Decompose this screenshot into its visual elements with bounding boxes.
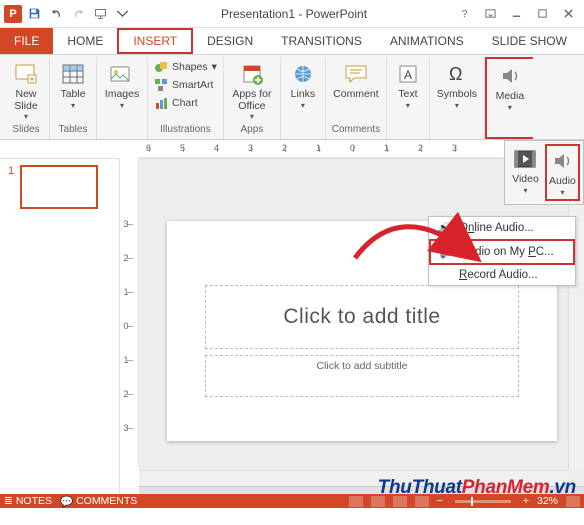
comment-button[interactable]: Comment xyxy=(330,59,382,103)
video-icon xyxy=(511,146,539,172)
powerpoint-logo: P xyxy=(4,5,22,23)
chart-icon xyxy=(154,96,168,110)
start-slideshow-icon[interactable] xyxy=(90,4,110,24)
shapes-icon xyxy=(154,60,168,74)
minimize-icon[interactable] xyxy=(504,4,528,24)
tab-transitions[interactable]: TRANSITIONS xyxy=(267,28,376,54)
audio-button[interactable]: Audio▾ xyxy=(545,144,580,201)
text-button[interactable]: A Text▾ xyxy=(391,59,425,112)
scrollbar-vertical[interactable] xyxy=(568,159,584,470)
svg-text:?: ? xyxy=(461,9,467,19)
ribbon-tabs: FILE HOME INSERT DESIGN TRANSITIONS ANIM… xyxy=(0,28,584,55)
menu-record-audio[interactable]: Record Audio... xyxy=(429,265,575,285)
group-comments-label: Comments xyxy=(332,124,380,137)
menu-audio-on-my-pc[interactable]: 🔊 Audio on My PC... xyxy=(429,239,575,265)
slide-editor: Click to add title Click to add subtitle xyxy=(139,158,584,494)
redo-icon[interactable] xyxy=(68,4,88,24)
audio-pc-icon: 🔊 xyxy=(439,245,455,259)
apps-icon xyxy=(238,61,266,87)
group-slides-label: Slides xyxy=(12,124,39,137)
images-button[interactable]: Images▾ xyxy=(101,59,143,112)
video-button[interactable]: Video▾ xyxy=(508,144,543,201)
slide-thumbnail[interactable] xyxy=(20,165,98,209)
window-title: Presentation1 - PowerPoint xyxy=(136,7,452,21)
group-tables-label: Tables xyxy=(59,124,88,137)
svg-text:Ω: Ω xyxy=(449,64,462,84)
smartart-icon xyxy=(154,78,168,92)
tab-animations[interactable]: ANIMATIONS xyxy=(376,28,478,54)
zoom-slider[interactable] xyxy=(455,500,511,503)
comments-button[interactable]: 💬COMMENTS xyxy=(60,495,137,508)
window-controls: ? xyxy=(452,4,584,24)
audio-dropdown: 🔊 Online Audio... 🔊 Audio on My PC... Re… xyxy=(428,216,576,286)
tab-insert[interactable]: INSERT xyxy=(117,28,193,54)
tab-file[interactable]: FILE xyxy=(0,28,53,54)
new-slide-icon xyxy=(12,61,40,87)
text-icon: A xyxy=(394,61,422,87)
ruler-horizontal: 6 5 4 3 2 1 0 1 2 3 xyxy=(139,140,503,158)
comment-icon xyxy=(342,61,370,87)
help-icon[interactable]: ? xyxy=(452,4,476,24)
thumb-number: 1 xyxy=(8,165,14,209)
tab-design[interactable]: DESIGN xyxy=(193,28,267,54)
subtitle-placeholder[interactable]: Click to add subtitle xyxy=(205,355,519,397)
links-icon xyxy=(289,61,317,87)
symbols-icon: Ω xyxy=(443,61,471,87)
media-button[interactable]: Media▾ xyxy=(491,61,529,114)
tab-slideshow[interactable]: SLIDE SHOW xyxy=(478,28,581,54)
title-placeholder[interactable]: Click to add title xyxy=(205,285,519,349)
table-icon xyxy=(59,61,87,87)
ribbon-display-icon[interactable] xyxy=(478,4,502,24)
maximize-icon[interactable] xyxy=(530,4,554,24)
symbols-button[interactable]: Ω Symbols▾ xyxy=(434,59,480,112)
shapes-button[interactable]: Shapes ▾ xyxy=(152,59,219,75)
table-button[interactable]: Table▾ xyxy=(54,59,92,112)
save-icon[interactable] xyxy=(24,4,44,24)
links-button[interactable]: Links▾ xyxy=(285,59,321,112)
title-bar: P Presentation1 - PowerPoint ? xyxy=(0,0,584,28)
menu-online-audio[interactable]: 🔊 Online Audio... xyxy=(429,217,575,239)
media-icon xyxy=(496,63,524,89)
media-flyout: Video▾ Audio▾ xyxy=(504,140,584,205)
ruler-vertical: 3 2 1 0 1 2 3 xyxy=(121,158,139,468)
group-illustrations-label: Illustrations xyxy=(160,124,211,137)
smartart-button[interactable]: SmartArt xyxy=(152,77,219,93)
slide-navigator: 1 xyxy=(0,158,120,494)
quick-access-toolbar: P xyxy=(0,4,136,24)
svg-text:A: A xyxy=(404,68,412,82)
chart-button[interactable]: Chart xyxy=(152,95,219,111)
normal-view-icon[interactable] xyxy=(349,496,363,507)
apps-button[interactable]: Apps for Office▾ xyxy=(228,59,276,123)
new-slide-button[interactable]: New Slide▾ xyxy=(7,59,45,123)
group-apps-label: Apps xyxy=(241,124,264,137)
undo-icon[interactable] xyxy=(46,4,66,24)
ribbon: New Slide▾ Slides Table▾ Tables Images▾ … xyxy=(0,55,584,140)
notes-button[interactable]: ≣NOTES xyxy=(4,495,52,507)
qat-customize-icon[interactable] xyxy=(112,4,132,24)
online-audio-icon: 🔊 xyxy=(437,221,453,235)
audio-icon xyxy=(548,148,576,174)
close-icon[interactable] xyxy=(556,4,580,24)
watermark: ThuThuatPhanMem.vn xyxy=(378,477,576,499)
images-icon xyxy=(108,61,136,87)
tab-home[interactable]: HOME xyxy=(53,28,117,54)
